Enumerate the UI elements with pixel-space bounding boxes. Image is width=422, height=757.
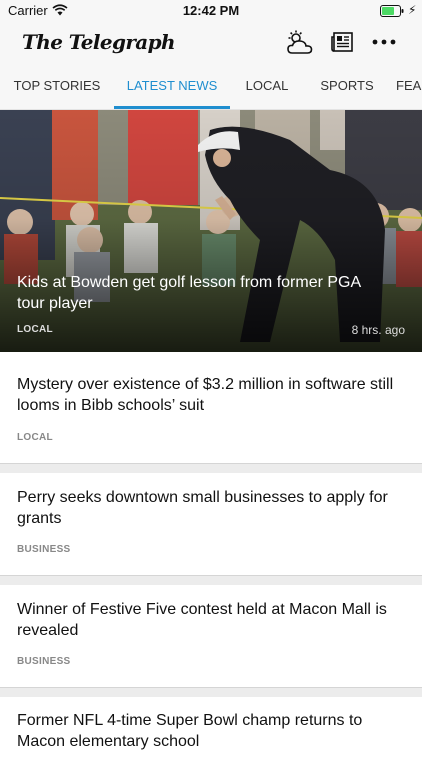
article-category: BUSINESS [17, 656, 71, 667]
battery-icon [380, 5, 404, 17]
divider [0, 688, 422, 697]
list-item[interactable]: Winner of Festive Five contest held at M… [0, 585, 422, 688]
article-headline[interactable]: Former NFL 4-time Super Bowl champ retur… [17, 710, 409, 752]
hero-headline[interactable]: Kids at Bowden get golf lesson from form… [17, 272, 377, 314]
tab-features[interactable]: FEA [396, 64, 422, 109]
tab-sports[interactable]: SPORTS [310, 64, 384, 109]
hero-story[interactable]: Kids at Bowden get golf lesson from form… [0, 110, 422, 352]
section-tabs: TOP STORIES LATEST NEWS LOCAL SPORTS FEA [0, 64, 422, 110]
divider [0, 576, 422, 585]
hero-photo [0, 110, 422, 352]
article-headline[interactable]: Mystery over existence of $3.2 million i… [17, 374, 409, 416]
clock: 12:42 PM [182, 3, 240, 18]
article-category: LOCAL [17, 432, 53, 443]
app-logo: The Telegraph [22, 30, 176, 54]
article-headline[interactable]: Winner of Festive Five contest held at M… [17, 599, 409, 641]
article-category: BUSINESS [17, 544, 71, 555]
hero-timestamp: 8 hrs. ago [351, 323, 405, 337]
list-item[interactable]: Perry seeks downtown small businesses to… [0, 473, 422, 576]
list-item[interactable]: Mystery over existence of $3.2 million i… [0, 352, 422, 464]
status-bar: Carrier 12:42 PM ⚡ [0, 0, 422, 22]
article-headline[interactable]: Perry seeks downtown small businesses to… [17, 487, 409, 529]
divider [0, 464, 422, 473]
list-item[interactable]: Former NFL 4-time Super Bowl champ retur… [0, 697, 422, 757]
app-header: The Telegraph [0, 22, 422, 64]
tab-top-stories[interactable]: TOP STORIES [4, 64, 110, 109]
tab-latest-news[interactable]: LATEST NEWS [114, 64, 230, 109]
more-icon[interactable] [370, 32, 398, 52]
news-icon[interactable] [331, 32, 353, 52]
hero-category: LOCAL [17, 324, 53, 335]
charging-icon: ⚡ [408, 3, 417, 17]
tab-local[interactable]: LOCAL [234, 64, 300, 109]
weather-icon[interactable] [286, 30, 314, 56]
